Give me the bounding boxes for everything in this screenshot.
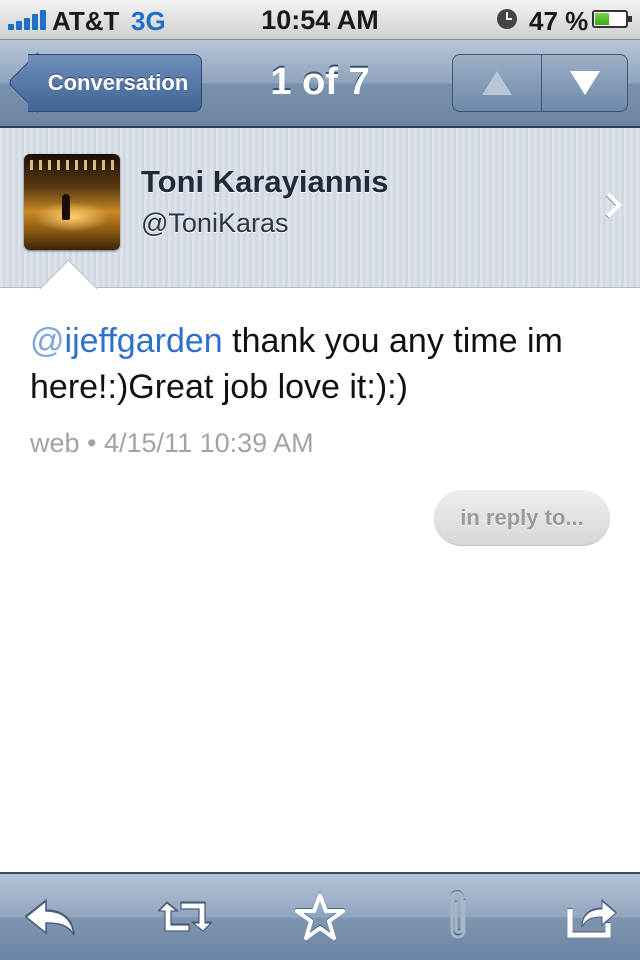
bottom-toolbar [0,872,640,960]
battery-icon [592,10,632,28]
avatar[interactable] [24,154,120,250]
share-icon [567,899,617,938]
chevron-right-icon [596,192,622,218]
share-button[interactable] [552,874,632,960]
user-display-name: Toni Karayiannis [141,164,389,199]
attachment-icon [450,891,466,939]
previous-button[interactable] [453,55,542,111]
tweet-text: @ijeffgarden thank you any time im here!… [30,318,610,410]
retweet-button[interactable] [145,874,225,960]
tweet-meta: web • 4/15/11 10:39 AM [30,428,314,458]
status-bar: AT&T 3G 10:54 AM 47 % [0,0,640,40]
prev-next-segmented-control [452,54,628,112]
reply-icon [24,899,75,936]
reply-button[interactable] [10,874,90,960]
tweet-source: web [30,428,80,458]
user-profile-row[interactable]: Toni Karayiannis @ToniKaras [0,128,640,288]
alarm-clock-icon [497,9,517,29]
navigation-bar: Conversation 1 of 7 [0,40,640,128]
mention-link[interactable]: @ijeffgarden [30,322,223,360]
attach-button[interactable] [418,874,498,960]
arrow-up-icon [482,71,512,95]
in-reply-to-button[interactable]: in reply to... [434,490,610,546]
user-handle: @ToniKaras [141,208,289,238]
retweet-icon [157,902,213,932]
back-button[interactable]: Conversation [7,52,202,113]
battery-percent: 47 % [529,6,589,36]
next-button[interactable] [541,55,627,111]
arrow-down-icon [570,71,600,95]
page-title: 1 of 7 [270,61,370,103]
favorite-button[interactable] [280,874,360,960]
back-button-label: Conversation [47,70,189,95]
favorite-icon [295,893,345,940]
tweet-timestamp: 4/15/11 10:39 AM [104,428,314,458]
